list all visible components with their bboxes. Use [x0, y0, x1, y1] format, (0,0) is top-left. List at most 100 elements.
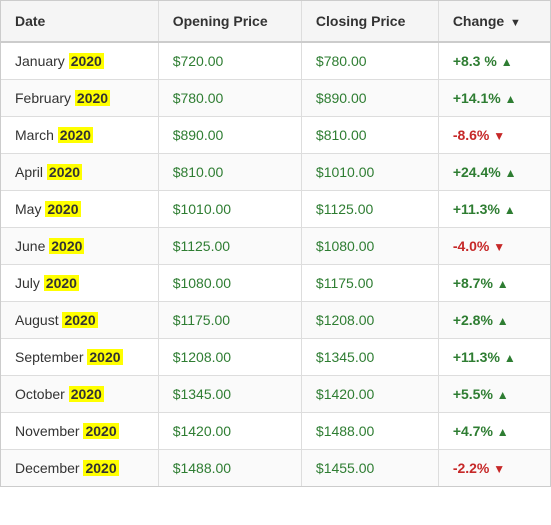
- table-row: November 2020 $1420.00 $1488.00 +4.7% ▲: [1, 413, 550, 450]
- change-column-header[interactable]: Change ▼: [438, 1, 550, 42]
- closing-price-cell: $1125.00: [301, 191, 438, 228]
- closing-price-value: $1125.00: [316, 201, 373, 217]
- change-value: +14.1%: [453, 90, 505, 106]
- opening-price-value: $810.00: [173, 164, 224, 180]
- change-cell: +24.4% ▲: [438, 154, 550, 191]
- table-row: December 2020$1488.00$1455.00-2.2% ▼: [1, 450, 550, 487]
- closing-price-column-header: Closing Price: [301, 1, 438, 42]
- opening-price-value: $1345.00: [173, 386, 231, 402]
- opening-price-cell: $1125.00: [158, 228, 301, 265]
- year-highlight: 2020: [47, 164, 82, 180]
- year-highlight: 2020: [69, 386, 104, 402]
- date-cell: February 2020: [1, 80, 158, 117]
- change-cell: -8.6% ▼: [438, 117, 550, 154]
- year-highlight: 2020: [58, 127, 93, 143]
- opening-price-cell: $1420.00: [158, 413, 301, 450]
- closing-price-value: $780.00: [316, 53, 367, 69]
- change-value: -8.6%: [453, 127, 493, 143]
- price-table: Date Opening Price Closing Price Change …: [1, 1, 550, 486]
- table-row: August 2020 $1175.00 $1208.00 +2.8% ▲: [1, 302, 550, 339]
- change-value: +8.3 %: [453, 53, 501, 69]
- closing-price-value: $1488.00: [316, 423, 374, 439]
- month-label: September: [15, 349, 87, 365]
- up-arrow-icon: ▲: [505, 92, 517, 106]
- up-arrow-icon: ▲: [505, 166, 517, 180]
- change-cell: +5.5% ▲: [438, 376, 550, 413]
- year-highlight: 2020: [83, 460, 118, 476]
- opening-price-value: $1010.00: [173, 201, 231, 217]
- closing-price-value: $890.00: [316, 90, 367, 106]
- month-label: December: [15, 460, 83, 476]
- closing-price-cell: $890.00: [301, 80, 438, 117]
- date-column-header: Date: [1, 1, 158, 42]
- table-row: October 2020$1345.00$1420.00+5.5% ▲: [1, 376, 550, 413]
- closing-price-value: $1010.00: [316, 164, 374, 180]
- change-cell: +14.1% ▲: [438, 80, 550, 117]
- closing-price-cell: $1455.00: [301, 450, 438, 487]
- price-table-container: Date Opening Price Closing Price Change …: [0, 0, 551, 487]
- change-cell: +4.7% ▲: [438, 413, 550, 450]
- date-cell: July 2020: [1, 265, 158, 302]
- opening-price-column-header: Opening Price: [158, 1, 301, 42]
- opening-price-cell: $810.00: [158, 154, 301, 191]
- table-row: April 2020 $810.00 $1010.00 +24.4% ▲: [1, 154, 550, 191]
- opening-price-value: $1208.00: [173, 349, 231, 365]
- year-highlight: 2020: [83, 423, 118, 439]
- up-arrow-icon: ▲: [497, 277, 509, 291]
- closing-price-cell: $810.00: [301, 117, 438, 154]
- month-label: July: [15, 275, 44, 291]
- closing-price-cell: $1345.00: [301, 339, 438, 376]
- date-cell: September 2020: [1, 339, 158, 376]
- closing-price-cell: $1175.00: [301, 265, 438, 302]
- opening-price-cell: $720.00: [158, 42, 301, 80]
- table-header-row: Date Opening Price Closing Price Change …: [1, 1, 550, 42]
- up-arrow-icon: ▲: [504, 203, 516, 217]
- closing-price-cell: $1420.00: [301, 376, 438, 413]
- closing-price-cell: $1010.00: [301, 154, 438, 191]
- change-value: +8.7%: [453, 275, 497, 291]
- change-cell: -4.0% ▼: [438, 228, 550, 265]
- closing-price-value: $1455.00: [316, 460, 374, 476]
- change-value: +11.3%: [453, 349, 504, 365]
- year-highlight: 2020: [62, 312, 97, 328]
- opening-price-value: $1175.00: [173, 312, 230, 328]
- month-label: February: [15, 90, 75, 106]
- opening-price-cell: $780.00: [158, 80, 301, 117]
- closing-price-value: $1345.00: [316, 349, 374, 365]
- month-label: June: [15, 238, 49, 254]
- opening-price-cell: $1488.00: [158, 450, 301, 487]
- change-cell: +2.8% ▲: [438, 302, 550, 339]
- year-highlight: 2020: [69, 53, 104, 69]
- opening-price-cell: $890.00: [158, 117, 301, 154]
- up-arrow-icon: ▲: [497, 388, 509, 402]
- month-label: April: [15, 164, 47, 180]
- closing-price-cell: $1080.00: [301, 228, 438, 265]
- table-row: January 2020$720.00$780.00+8.3 % ▲: [1, 42, 550, 80]
- change-cell: +11.3% ▲: [438, 339, 550, 376]
- change-cell: +8.7% ▲: [438, 265, 550, 302]
- month-label: November: [15, 423, 83, 439]
- year-highlight: 2020: [45, 201, 80, 217]
- year-highlight: 2020: [44, 275, 79, 291]
- table-row: May 2020$1010.00$1125.00+11.3% ▲: [1, 191, 550, 228]
- closing-price-value: $1208.00: [316, 312, 374, 328]
- opening-price-cell: $1010.00: [158, 191, 301, 228]
- closing-price-cell: $1208.00: [301, 302, 438, 339]
- up-arrow-icon: ▲: [504, 351, 516, 365]
- closing-price-value: $1175.00: [316, 275, 373, 291]
- change-value: -2.2%: [453, 460, 493, 476]
- date-cell: August 2020: [1, 302, 158, 339]
- date-cell: June 2020: [1, 228, 158, 265]
- down-arrow-icon: ▼: [493, 240, 505, 254]
- opening-price-value: $1080.00: [173, 275, 231, 291]
- table-row: September 2020 $1208.00 $1345.00 +11.3% ▲: [1, 339, 550, 376]
- change-value: +4.7%: [453, 423, 497, 439]
- opening-price-value: $1420.00: [173, 423, 231, 439]
- date-cell: May 2020: [1, 191, 158, 228]
- up-arrow-icon: ▲: [497, 425, 509, 439]
- year-highlight: 2020: [75, 90, 110, 106]
- opening-price-value: $1488.00: [173, 460, 231, 476]
- change-cell: +8.3 % ▲: [438, 42, 550, 80]
- opening-price-value: $1125.00: [173, 238, 230, 254]
- down-arrow-icon: ▼: [493, 129, 505, 143]
